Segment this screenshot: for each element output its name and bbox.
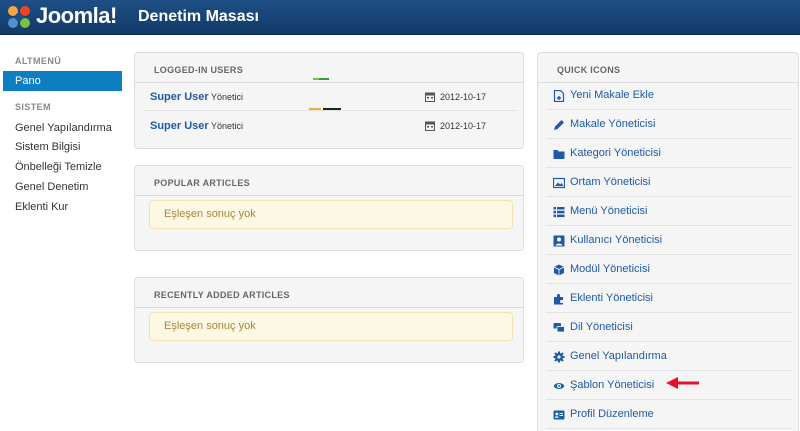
quick-icons-title: QUICK ICONS (538, 53, 798, 83)
quick-icon-label: Profil Düzenleme (570, 408, 654, 420)
quick-icon-plugin-manager[interactable]: Eklenti Yöneticisi (546, 285, 792, 313)
popular-articles-title: POPULAR ARTICLES (135, 166, 523, 196)
pencil-icon (554, 120, 564, 130)
table-row: Super User Yönetici 2012-10-17 (143, 83, 517, 111)
quick-icon-global-config[interactable]: Genel Yapılandırma (546, 343, 792, 371)
calendar-icon (425, 92, 435, 102)
system-heading: SISTEM (15, 102, 51, 112)
recent-articles-title: RECENTLY ADDED ARTICLES (135, 278, 523, 308)
recent-articles-panel: RECENTLY ADDED ARTICLES Eşleşen sonuç yo… (134, 277, 524, 363)
quick-icon-article-manager[interactable]: Makale Yöneticisi (546, 111, 792, 139)
calendar-icon (425, 121, 435, 131)
top-header-bar: Joomla! Denetim Masası (0, 0, 800, 35)
activity-bar (319, 78, 329, 80)
quick-icon-user-manager[interactable]: Kullanıcı Yöneticisi (546, 227, 792, 255)
user-role: Yönetici (211, 92, 244, 102)
user-name-link[interactable]: Super User (150, 120, 209, 132)
activity-bar (309, 108, 321, 110)
comments-icon (553, 323, 565, 333)
quick-icon-media-manager[interactable]: Ortam Yöneticisi (546, 169, 792, 197)
quick-icon-label: Kullanıcı Yöneticisi (570, 234, 663, 246)
login-date: 2012-10-17 (440, 92, 487, 102)
new-article-icon (553, 90, 565, 102)
quick-icon-menu-manager[interactable]: Menü Yöneticisi (546, 198, 792, 226)
folder-icon (553, 150, 565, 159)
sidebar-item-pano[interactable]: Pano (3, 71, 122, 91)
quick-icon-label: Kategori Yöneticisi (570, 147, 661, 159)
quick-icon-label: Şablon Yöneticisi (570, 379, 655, 391)
profile-card-icon (553, 410, 565, 420)
quick-icon-label: Ortam Yöneticisi (570, 176, 651, 188)
user-role: Yönetici (211, 121, 244, 131)
user-icon (553, 235, 565, 247)
page-title: Denetim Masası (138, 8, 259, 25)
no-results-alert: Eşleşen sonuç yok (149, 312, 513, 341)
eye-icon (553, 383, 565, 389)
sidebar-item-install-extension[interactable]: Eklenti Kur (0, 197, 68, 217)
sidebar-item-clear-cache[interactable]: Önbelleği Temizle (0, 157, 102, 177)
no-results-alert: Eşleşen sonuç yok (149, 200, 513, 229)
logged-in-users-panel: LOGGED-IN USERS Super User Yönetici 2012… (134, 52, 524, 149)
quick-icon-new-article[interactable]: Yeni Makale Ekle (546, 82, 792, 110)
quick-icon-label: Eklenti Yöneticisi (570, 292, 653, 304)
puzzle-icon (554, 294, 563, 305)
image-icon (553, 177, 565, 189)
table-row: Super User Yönetici 2012-10-17 (143, 112, 517, 140)
submenu-heading: ALTMENÜ (15, 56, 62, 66)
quick-icon-category-manager[interactable]: Kategori Yöneticisi (546, 140, 792, 168)
list-icon (553, 207, 565, 218)
annotation-arrow-icon (666, 377, 699, 389)
gear-icon (553, 351, 565, 363)
sidebar-item-system-info[interactable]: Sistem Bilgisi (0, 137, 80, 157)
quick-icon-label: Genel Yapılandırma (570, 350, 667, 362)
logged-in-users-title: LOGGED-IN USERS (135, 53, 523, 83)
joomla-logo-icon[interactable] (6, 4, 32, 30)
quick-icon-label: Menü Yöneticisi (570, 205, 648, 217)
quick-icon-label: Yeni Makale Ekle (570, 89, 654, 101)
cube-icon (553, 264, 565, 276)
login-date: 2012-10-17 (440, 121, 487, 131)
sidebar-item-global-config[interactable]: Genel Yapılandırma (0, 118, 112, 138)
activity-bar (323, 108, 341, 110)
brand-logo-text[interactable]: Joomla! (36, 3, 117, 29)
user-name-link[interactable]: Super User (150, 91, 209, 103)
quick-icon-label: Makale Yöneticisi (570, 118, 656, 130)
quick-icon-module-manager[interactable]: Modül Yöneticisi (546, 256, 792, 284)
quick-icon-edit-profile[interactable]: Profil Düzenleme (546, 401, 792, 429)
sidebar-item-global-checkin[interactable]: Genel Denetim (0, 177, 88, 197)
quick-icon-language-manager[interactable]: Dil Yöneticisi (546, 314, 792, 342)
popular-articles-panel: POPULAR ARTICLES Eşleşen sonuç yok (134, 165, 524, 251)
quick-icon-label: Modül Yöneticisi (570, 263, 650, 275)
quick-icon-label: Dil Yöneticisi (570, 321, 633, 333)
